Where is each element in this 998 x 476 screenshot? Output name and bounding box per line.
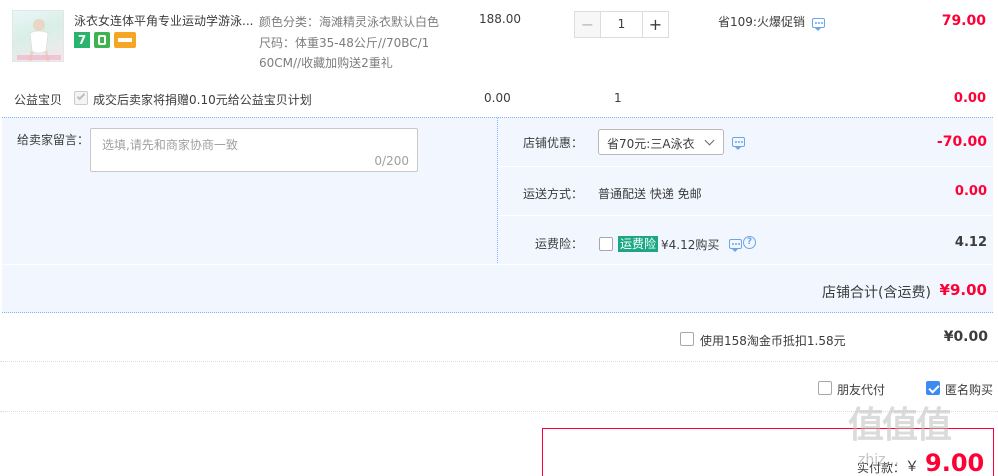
insurance-tag: 运费险 <box>618 236 659 252</box>
insurance-price: ¥4.12购买 <box>661 238 720 252</box>
shop-discount-amount: -70.00 <box>936 134 987 150</box>
shipping-value: 普通配送 快递 免邮 <box>598 187 702 201</box>
quantity-input[interactable]: 1 <box>601 11 642 38</box>
spec-size-line1: 尺码：体重35-48公斤//70BC/1 <box>259 36 430 50</box>
insurance-chat-icon[interactable] <box>729 239 742 252</box>
insurance-label: 运费险： <box>535 237 584 251</box>
seller-message-counter: 0/200 <box>374 154 409 168</box>
coins-label: 使用158淘金币抵扣1.58元 <box>700 334 846 348</box>
insurance-row: 运费险： 运费险 ¥4.12购买 ? 4.12 <box>498 216 993 264</box>
charity-quantity: 1 <box>614 91 622 105</box>
increase-quantity-button[interactable]: + <box>642 11 669 38</box>
insurance-amount: 4.12 <box>954 235 987 250</box>
pay-currency: ￥ <box>905 459 919 475</box>
watermark-logo: 值值值 <box>848 405 952 446</box>
insurance-checkbox[interactable] <box>599 237 613 251</box>
shop-total-label: 店铺合计(含运费) <box>822 285 931 301</box>
anonymous-checkbox[interactable] <box>926 381 940 395</box>
spec-size-line2: 60CM//收藏加购送2重礼 <box>259 56 393 70</box>
shop-discount-select[interactable]: 省70元:三A泳衣 <box>598 129 724 155</box>
item-subtotal: 79.00 <box>941 13 986 29</box>
watermark-site: zhiz... <box>858 452 899 468</box>
charity-price: 0.00 <box>484 91 511 105</box>
promo-info-icon[interactable] <box>812 18 825 31</box>
swimsuit-image <box>17 19 61 61</box>
shipping-row: 运送方式： 普通配送 快递 免邮 0.00 <box>498 167 993 216</box>
seller-message-placeholder: 选填,请先和商家协商一致 <box>102 138 238 152</box>
friend-pay-checkbox[interactable] <box>818 381 832 395</box>
question-icon[interactable]: ? <box>743 236 756 249</box>
discount-info-icon[interactable] <box>732 137 745 150</box>
charity-subtotal: 0.00 <box>953 91 986 106</box>
promotion-text: 省109:火爆促销 <box>718 15 805 29</box>
coins-checkbox[interactable] <box>680 332 694 346</box>
shipping-amount: 0.00 <box>954 184 987 199</box>
shop-discount-row: 店铺优惠： 省70元:三A泳衣 -70.00 <box>498 118 993 167</box>
product-title[interactable]: 泳衣女连体平角专业运动学游泳... <box>74 12 256 29</box>
guarantee-icon <box>94 32 110 48</box>
chevron-down-icon <box>704 135 715 146</box>
credit-card-icon <box>114 32 136 48</box>
order-item-row: 泳衣女连体平角专业运动学游泳... 7 颜色分类：海滩精灵泳衣默认白色 尺码：体… <box>0 0 998 86</box>
shipping-label: 运送方式： <box>523 187 584 201</box>
quantity-stepper: − 1 + <box>574 11 669 38</box>
charity-row: 公益宝贝 成交后卖家将捐赠0.10元给公益宝贝计划 0.00 1 0.00 <box>0 86 998 114</box>
charity-label: 公益宝贝 <box>14 93 63 107</box>
coins-row: 使用158淘金币抵扣1.58元 ¥0.00 <box>0 314 998 362</box>
seven-day-return-badge: 7 <box>74 32 90 48</box>
unit-price: 188.00 <box>479 12 521 26</box>
seller-message-label: 给卖家留言： <box>17 133 90 147</box>
shop-total-amount: ¥9.00 <box>939 281 987 299</box>
product-thumbnail[interactable] <box>12 10 64 62</box>
shop-discount-selected: 省70元:三A泳衣 <box>607 137 695 151</box>
shop-total-row: 店铺合计(含运费) ¥9.00 <box>2 264 993 314</box>
anonymous-label: 匿名购买 <box>945 383 994 397</box>
shop-discount-label: 店铺优惠： <box>523 136 584 150</box>
spec-color: 颜色分类：海滩精灵泳衣默认白色 <box>259 15 440 29</box>
coins-amount: ¥0.00 <box>943 329 988 345</box>
charity-text: 成交后卖家将捐赠0.10元给公益宝贝计划 <box>93 93 312 107</box>
order-options-panel: 给卖家留言： 选填,请先和商家协商一致 0/200 店铺优惠： 省70元:三A泳… <box>2 117 993 313</box>
seller-message-input[interactable]: 选填,请先和商家协商一致 0/200 <box>90 128 418 172</box>
pay-amount: 9.00 <box>925 449 985 476</box>
decrease-quantity-button[interactable]: − <box>574 11 601 38</box>
